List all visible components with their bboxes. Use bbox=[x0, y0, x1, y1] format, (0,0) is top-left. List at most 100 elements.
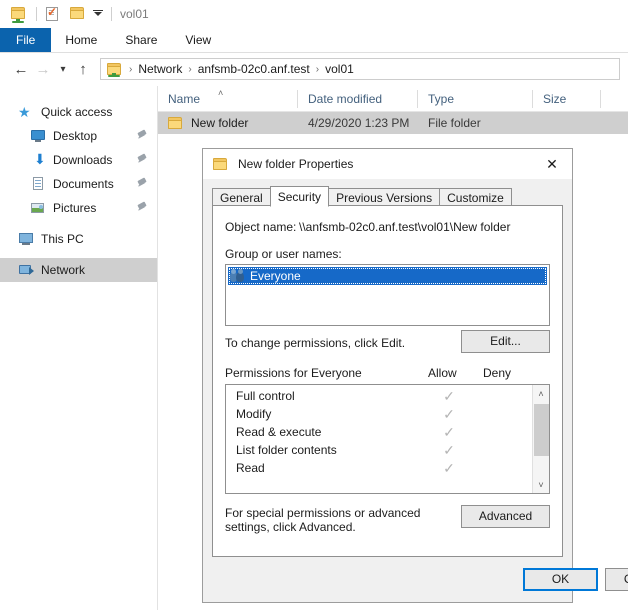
sidebar-label-desktop: Desktop bbox=[53, 129, 98, 143]
window-title: vol01 bbox=[120, 7, 149, 21]
advanced-button[interactable]: Advanced bbox=[461, 505, 550, 528]
permissions-rows: Full control ✓ Modify ✓ Read & execute ✓ bbox=[226, 385, 533, 477]
ribbon-tab-bar: File Home Share View bbox=[0, 28, 628, 53]
pin-icon-downloads[interactable] bbox=[137, 155, 147, 166]
properties-dialog: New folder Properties ✕ General Security… bbox=[202, 148, 628, 603]
permissions-list[interactable]: Full control ✓ Modify ✓ Read & execute ✓ bbox=[225, 384, 550, 494]
object-name-label: Object name: bbox=[225, 220, 297, 234]
allow-check-icon[interactable]: ✓ bbox=[438, 459, 460, 477]
ok-button[interactable]: OK bbox=[523, 568, 598, 591]
documents-icon bbox=[30, 176, 46, 192]
security-tab-panel: Object name: \\anfsmb-02c0.anf.test\vol01… bbox=[212, 205, 563, 557]
sidebar-item-pictures[interactable]: Pictures bbox=[0, 196, 157, 220]
column-header-name[interactable]: Name ˄ bbox=[158, 86, 298, 112]
ribbon-tab-view[interactable]: View bbox=[171, 28, 225, 52]
allow-check-icon[interactable]: ✓ bbox=[438, 441, 460, 459]
properties-icon[interactable]: ✓ bbox=[43, 5, 61, 23]
qat-divider bbox=[36, 7, 37, 21]
sidebar-label-this-pc: This PC bbox=[41, 232, 84, 246]
pin-icon-desktop[interactable] bbox=[137, 131, 147, 142]
file-type: File folder bbox=[428, 116, 481, 130]
breadcrumb-vol01[interactable]: vol01 bbox=[323, 62, 356, 76]
dialog-body: General Security Previous Versions Custo… bbox=[203, 179, 628, 602]
navigation-bar: ← → ▾ ↑ › Network › anfsmb-02c0.anf.test… bbox=[0, 53, 628, 85]
customize-qat-caret-icon[interactable] bbox=[91, 7, 105, 21]
downloads-icon: ⬇ bbox=[34, 151, 46, 167]
table-row[interactable]: Modify ✓ bbox=[226, 405, 533, 423]
folder-icon-dialog bbox=[213, 156, 229, 172]
permission-name: List folder contents bbox=[236, 443, 337, 457]
group-or-user-names-label: Group or user names: bbox=[225, 247, 342, 261]
ribbon-tab-share[interactable]: Share bbox=[111, 28, 171, 52]
pin-icon-pictures[interactable] bbox=[137, 203, 147, 214]
recent-locations-caret-icon[interactable]: ▾ bbox=[54, 58, 72, 80]
dialog-tab-strip: General Security Previous Versions Custo… bbox=[212, 185, 563, 207]
allow-check-icon[interactable]: ✓ bbox=[438, 387, 460, 405]
table-row[interactable]: Read ✓ bbox=[226, 459, 533, 477]
column-header-name-label: Name bbox=[168, 91, 201, 106]
pin-icon-documents[interactable] bbox=[137, 179, 147, 190]
sidebar-item-quick-access[interactable]: ★ Quick access bbox=[0, 100, 157, 124]
deny-column-header: Deny bbox=[483, 366, 512, 380]
file-name: New folder bbox=[191, 116, 249, 130]
column-header-date-modified[interactable]: Date modified bbox=[298, 86, 418, 112]
new-folder-icon[interactable] bbox=[68, 5, 86, 23]
column-header-size[interactable]: Size bbox=[533, 86, 601, 112]
back-arrow-icon[interactable]: ← bbox=[10, 58, 32, 80]
tab-customize[interactable]: Customize bbox=[439, 188, 512, 206]
list-item[interactable]: Everyone bbox=[228, 267, 547, 285]
table-row[interactable]: Read & execute ✓ bbox=[226, 423, 533, 441]
cancel-button[interactable]: Cancel bbox=[605, 568, 628, 591]
table-row[interactable]: New folder 4/29/2020 1:23 PM File folder bbox=[158, 112, 628, 134]
group-or-user-names-list[interactable]: Everyone bbox=[225, 264, 550, 326]
breadcrumb-network[interactable]: Network bbox=[136, 62, 184, 76]
allow-check-icon[interactable]: ✓ bbox=[438, 423, 460, 441]
users-group-icon bbox=[230, 269, 246, 283]
table-row[interactable]: List folder contents ✓ bbox=[226, 441, 533, 459]
ribbon-tab-file[interactable]: File bbox=[0, 28, 52, 52]
network-folder-icon[interactable] bbox=[9, 5, 27, 23]
table-row[interactable]: Full control ✓ bbox=[226, 387, 533, 405]
object-name-row: Object name: \\anfsmb-02c0.anf.test\vol01… bbox=[225, 220, 510, 234]
scroll-down-icon[interactable]: ˅ bbox=[533, 476, 549, 493]
sidebar-item-documents[interactable]: Documents bbox=[0, 172, 157, 196]
edit-button[interactable]: Edit... bbox=[461, 330, 550, 353]
sidebar-item-network[interactable]: Network bbox=[0, 258, 157, 282]
sidebar-item-downloads[interactable]: ⬇ Downloads bbox=[0, 148, 157, 172]
special-permissions-text: For special permissions or advanced sett… bbox=[225, 506, 421, 534]
address-bar[interactable]: › Network › anfsmb-02c0.anf.test › vol01 bbox=[100, 58, 620, 80]
column-headers: Name ˄ Date modified Type Size bbox=[158, 86, 628, 112]
sidebar-label-pictures: Pictures bbox=[53, 201, 97, 215]
ribbon-tab-home[interactable]: Home bbox=[51, 28, 111, 52]
tab-general[interactable]: General bbox=[212, 188, 271, 206]
permissions-for-label: Permissions for Everyone bbox=[225, 366, 362, 380]
breadcrumb-separator-0: › bbox=[129, 63, 133, 75]
up-arrow-icon[interactable]: ↑ bbox=[72, 58, 94, 80]
forward-arrow-icon[interactable]: → bbox=[32, 58, 54, 80]
breadcrumb-server[interactable]: anfsmb-02c0.anf.test bbox=[196, 62, 312, 76]
scrollbar-thumb[interactable] bbox=[534, 404, 549, 456]
tab-previous-versions[interactable]: Previous Versions bbox=[328, 188, 441, 206]
sidebar-item-this-pc[interactable]: This PC bbox=[0, 227, 157, 251]
sidebar-label-quick-access: Quick access bbox=[41, 105, 113, 119]
allow-column-header: Allow bbox=[428, 366, 457, 380]
permissions-scrollbar[interactable]: ˄ ˅ bbox=[532, 385, 549, 493]
permission-name: Read bbox=[236, 461, 265, 475]
network-folder-icon-address bbox=[106, 61, 123, 78]
folder-icon bbox=[168, 115, 184, 131]
star-icon: ★ bbox=[18, 104, 31, 120]
network-icon bbox=[18, 262, 34, 278]
sidebar-label-downloads: Downloads bbox=[53, 153, 113, 167]
allow-check-icon[interactable]: ✓ bbox=[438, 405, 460, 423]
column-header-type[interactable]: Type bbox=[418, 86, 533, 112]
close-icon[interactable]: ✕ bbox=[532, 149, 572, 179]
breadcrumb-separator-2: › bbox=[315, 63, 320, 75]
sidebar-item-desktop[interactable]: Desktop bbox=[0, 124, 157, 148]
tab-security[interactable]: Security bbox=[269, 186, 330, 207]
scroll-up-icon[interactable]: ˄ bbox=[533, 385, 549, 402]
dialog-title-bar: New folder Properties ✕ bbox=[203, 149, 572, 179]
sidebar-label-documents: Documents bbox=[53, 177, 114, 191]
navigation-pane: ★ Quick access Desktop ⬇ Downloads Docum… bbox=[0, 86, 158, 610]
qat-divider-2 bbox=[111, 7, 112, 21]
title-bar: ✓ vol01 bbox=[0, 0, 628, 28]
